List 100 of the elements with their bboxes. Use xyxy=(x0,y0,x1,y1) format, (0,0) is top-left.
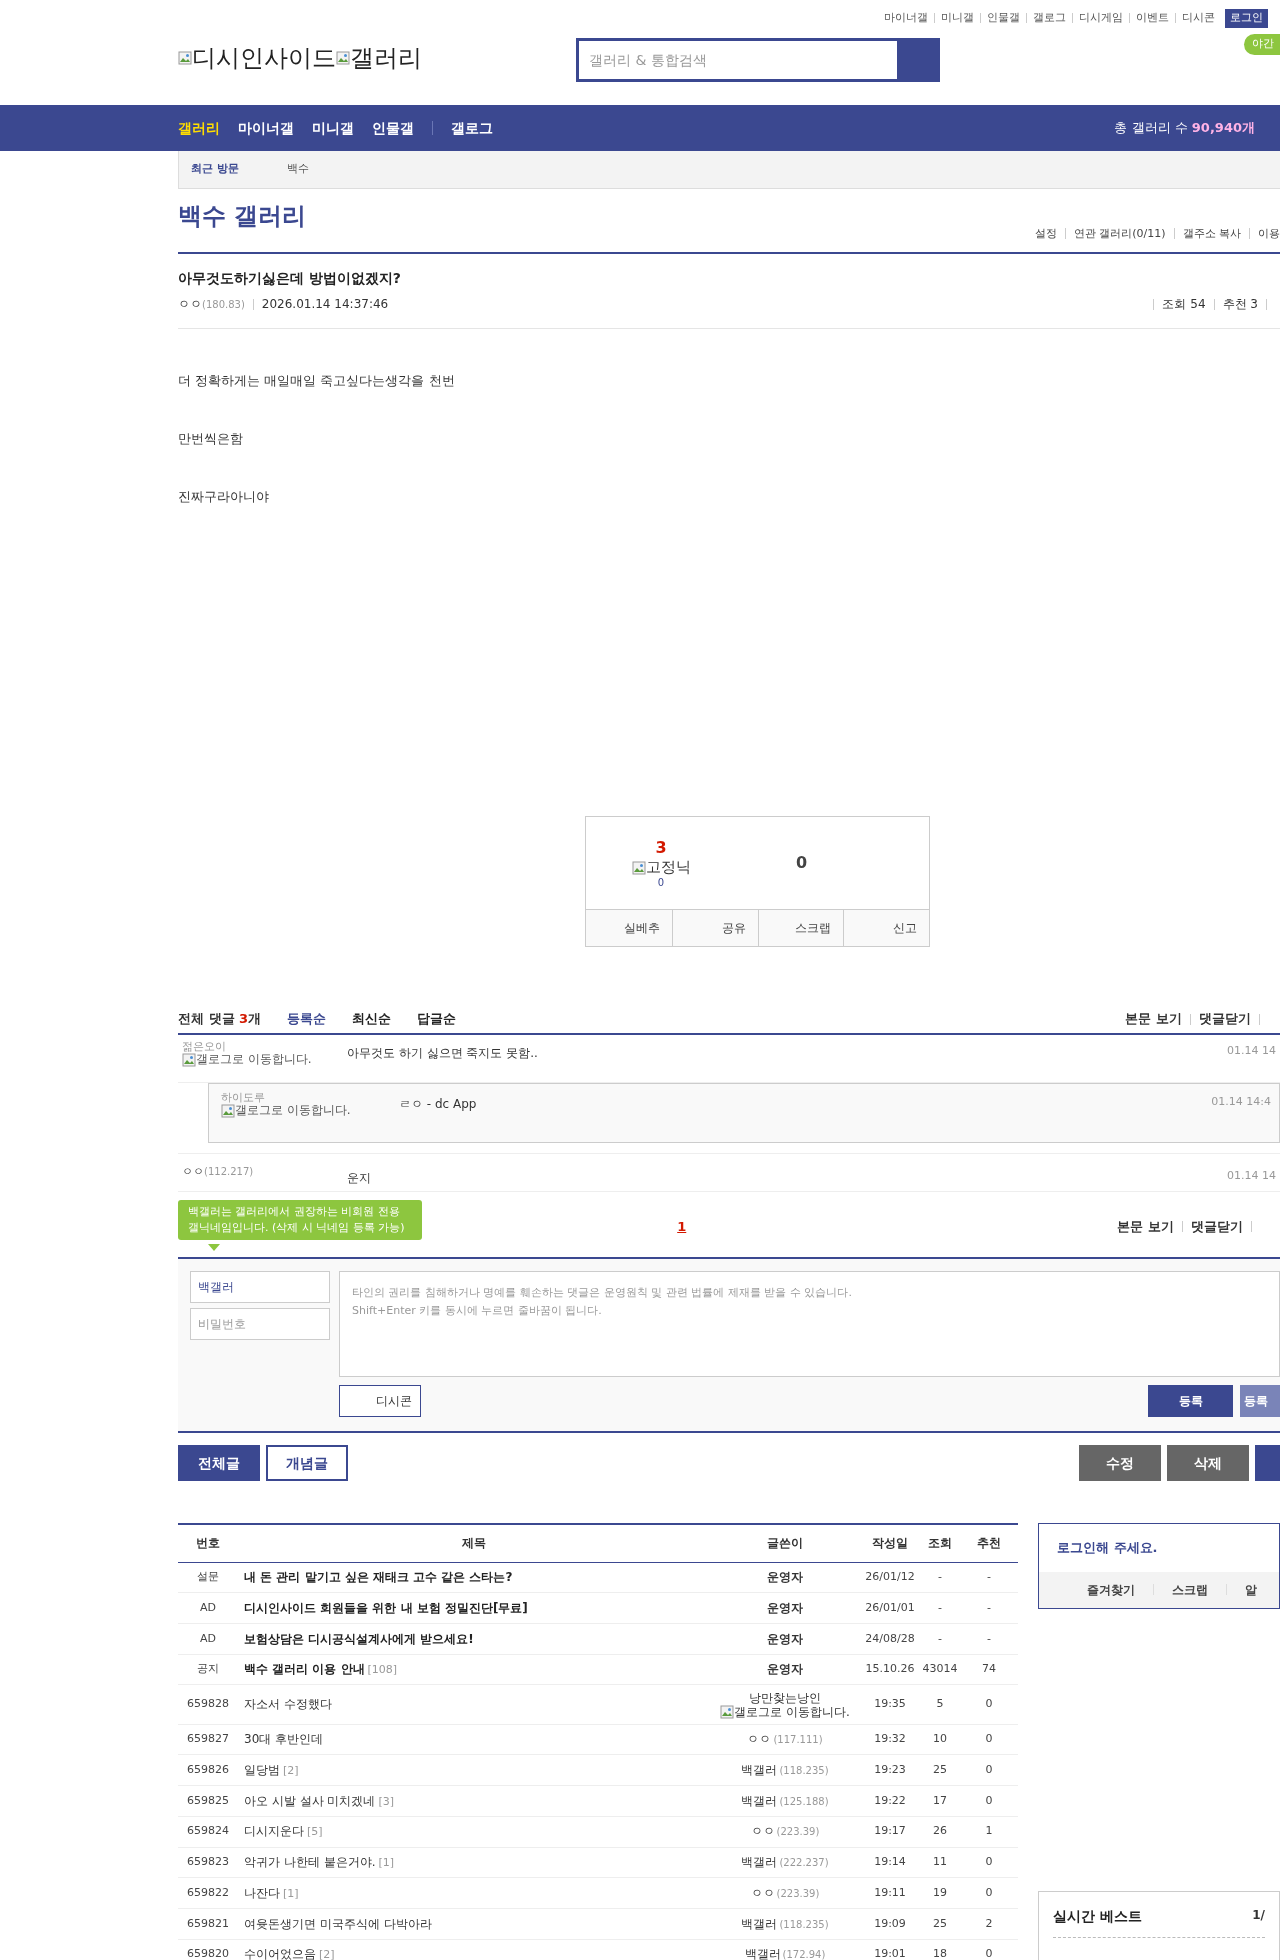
cut-off-button[interactable] xyxy=(1255,1445,1280,1481)
top-link[interactable]: 미니갤 xyxy=(941,10,974,27)
broken-image-icon xyxy=(631,860,646,875)
gallery-logo[interactable]: 갤러리 xyxy=(350,40,422,76)
post-link[interactable]: 보험상담은 디시공식설계사에게 받으세요! xyxy=(244,1631,474,1646)
post-link[interactable]: 여윳돈생기면 미국주식에 다박아라 xyxy=(244,1916,432,1931)
comment-text: 운지 xyxy=(347,1170,372,1187)
search-button[interactable] xyxy=(897,41,937,79)
post-likes: 1 xyxy=(960,1816,1018,1848)
sidebar-link[interactable]: 스크랩 xyxy=(1172,1580,1208,1599)
post-number: 659823 xyxy=(178,1847,238,1878)
comment-header-link[interactable]: 댓글닫기 xyxy=(1199,1009,1251,1029)
gallery-link[interactable]: 갤주소 복사 xyxy=(1182,225,1241,242)
post-action-button[interactable]: 신고 xyxy=(843,910,929,946)
sidebar-link[interactable]: 알 xyxy=(1245,1580,1257,1599)
nickname-input[interactable]: 백갤러 xyxy=(190,1271,330,1303)
column-header: 제목 xyxy=(238,1524,710,1562)
gallery-title: 백수 갤러리 xyxy=(178,201,307,232)
post-date: 19:14 xyxy=(860,1847,920,1878)
gallog-link[interactable]: 갤로그로 이동합니다. xyxy=(182,1053,312,1067)
column-header: 조회 xyxy=(920,1524,960,1562)
comment-text: ㄹㅇ - dc App xyxy=(398,1096,478,1113)
search-bar[interactable]: 갤러리 & 통합검색 xyxy=(576,38,940,82)
comment-footer-link[interactable]: 댓글닫기 xyxy=(1191,1216,1243,1237)
top-link[interactable]: 디시콘 xyxy=(1182,10,1215,27)
post-likes: 0 xyxy=(960,1939,1018,1960)
post-link[interactable]: 디시지운다 xyxy=(244,1824,304,1839)
comment-header-link[interactable]: 본문 보기 xyxy=(1125,1009,1182,1029)
submit-recommend-button[interactable]: 등록 xyxy=(1240,1385,1280,1417)
gallery-link[interactable]: 이용 xyxy=(1258,225,1280,242)
post-date: 2026.01.14 14:37:46 xyxy=(261,296,389,313)
comment-date: 01.14 14 xyxy=(1227,1043,1276,1059)
gallog-link[interactable]: 갤로그로 이동합니다. xyxy=(720,1704,850,1719)
post-link[interactable]: 나잔다 xyxy=(244,1885,280,1900)
post-link[interactable]: 디시인사이드 회원들을 위한 내 보험 정밀진단[무료] xyxy=(244,1600,528,1615)
post-date: 19:35 xyxy=(860,1684,920,1725)
post-date: 19:32 xyxy=(860,1724,920,1755)
post-link[interactable]: 30대 후반인데 xyxy=(244,1732,324,1747)
top-link[interactable]: 이벤트 xyxy=(1136,10,1169,27)
gallery-link[interactable]: 연관 갤러리(0/11) xyxy=(1073,225,1166,242)
nav-tab[interactable]: 마이너갤 xyxy=(238,117,294,139)
post-date: 26/01/01 xyxy=(860,1592,920,1624)
nickname-tooltip: 백갤러는 갤러리에서 권장하는 비회원 전용 갤닉네임입니다. (삭제 시 닉네임 등록 가능) xyxy=(178,1200,422,1240)
post-link[interactable]: 아오 시발 설사 미치겠네 xyxy=(244,1793,376,1808)
site-logo[interactable]: 디시인사이드 xyxy=(192,40,336,76)
search-field[interactable]: 갤러리 & 통합검색 xyxy=(579,41,897,79)
post-views: - xyxy=(920,1562,960,1593)
post-number: 659820 xyxy=(178,1939,238,1960)
post-likes: - xyxy=(960,1623,1018,1655)
comment-sort-tab[interactable]: 최신순 xyxy=(352,1009,392,1029)
post-link[interactable]: 백수 갤러리 이용 안내 xyxy=(244,1662,365,1677)
nav-tab[interactable]: 미니갤 xyxy=(312,117,354,139)
comment-date: 01.14 14 xyxy=(1227,1168,1276,1184)
reply-count: [1] xyxy=(283,1886,299,1900)
post-link[interactable]: 자소서 수정했다 xyxy=(244,1697,332,1712)
top-link[interactable]: 인물갤 xyxy=(987,10,1020,27)
post-action-button[interactable]: 공유 xyxy=(671,910,758,946)
submit-button[interactable]: 등록 xyxy=(1148,1385,1233,1417)
post-writer: ㅇㅇ (223.39) xyxy=(750,1824,820,1839)
dccon-button[interactable]: 디시콘 xyxy=(339,1385,421,1417)
comment-sort-tab[interactable]: 등록순 xyxy=(287,1009,327,1029)
sidebar-link[interactable]: 즐겨찾기 xyxy=(1087,1580,1135,1599)
login-button[interactable]: 로그인 xyxy=(1225,9,1268,28)
page-link[interactable]: 1 xyxy=(677,1216,687,1237)
post-action-button[interactable]: 실베추 xyxy=(586,910,672,946)
gallog-link[interactable]: 갤로그로 이동합니다. xyxy=(221,1104,351,1118)
post-views: 43014 xyxy=(920,1654,960,1685)
post-number: 659822 xyxy=(178,1877,238,1909)
post-edit-button[interactable]: 삭제 xyxy=(1167,1445,1249,1481)
post-link[interactable]: 일당범 xyxy=(244,1763,280,1778)
comment-sort-tab[interactable]: 답글순 xyxy=(417,1009,457,1029)
best-title: 실시간 베스트 xyxy=(1053,1906,1142,1926)
post-views: - xyxy=(920,1592,960,1624)
gallery-link[interactable]: 설정 xyxy=(1034,225,1057,242)
top-link[interactable]: 디시게임 xyxy=(1079,10,1123,27)
post-edit-button[interactable]: 수정 xyxy=(1079,1445,1161,1481)
nav-tab[interactable]: 갤러리 xyxy=(178,117,220,139)
comment-input[interactable]: 타인의 권리를 침해하거나 명예를 훼손하는 댓글은 운영원칙 및 관련 법률에 제재를 받을 수 있습니다. Shift+Enter 키를 동시에 누르면 줄바꿈이 됩니다. xyxy=(339,1271,1280,1377)
post-number: 659826 xyxy=(178,1755,238,1786)
top-link[interactable]: 갤로그 xyxy=(1033,10,1066,27)
post-link[interactable]: 내 돈 관리 맡기고 싶은 재태크 고수 같은 스타는? xyxy=(244,1570,513,1585)
post-likes: - xyxy=(960,1592,1018,1624)
post-writer: 백갤러 (118.235) xyxy=(741,1763,829,1778)
nav-tab[interactable]: 갤로그 xyxy=(451,117,493,139)
list-tab[interactable]: 개념글 xyxy=(266,1445,348,1481)
list-tab[interactable]: 전체글 xyxy=(178,1445,260,1481)
recent-gallery-link[interactable]: 백수 xyxy=(286,161,309,178)
post-likes: 74 xyxy=(960,1654,1018,1685)
post-action-button[interactable]: 스크랩 xyxy=(757,910,844,946)
nav-tab[interactable]: 인물갤 xyxy=(372,117,414,139)
post-link[interactable]: 악귀가 나한테 붙은거야. xyxy=(244,1855,376,1870)
post-link[interactable]: 수이어었으음 xyxy=(244,1947,316,1960)
top-link[interactable]: 마이너갤 xyxy=(884,10,928,27)
view-count: 조회 54 xyxy=(1162,296,1206,313)
post-date: 19:23 xyxy=(860,1755,920,1786)
post-views: 11 xyxy=(920,1847,960,1878)
comment-footer-link[interactable]: 본문 보기 xyxy=(1117,1216,1174,1237)
post-date: 19:09 xyxy=(860,1908,920,1940)
post-likes: 0 xyxy=(960,1755,1018,1786)
password-input[interactable]: 비밀번호 xyxy=(190,1308,330,1340)
